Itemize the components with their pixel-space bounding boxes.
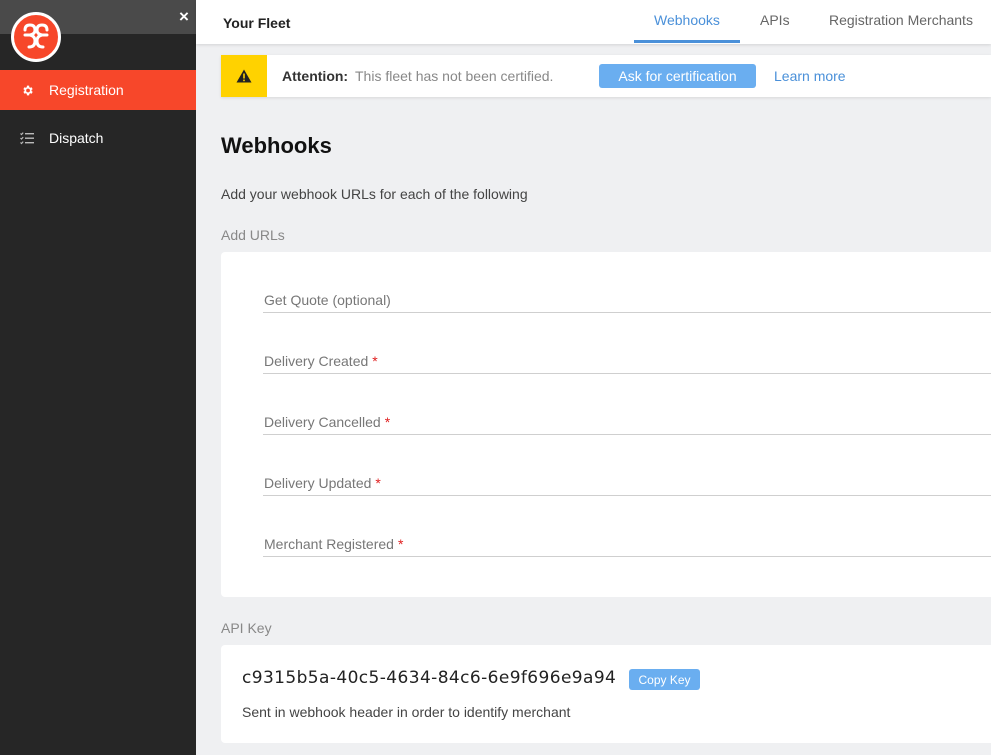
api-key-hint: Sent in webhook header in order to ident… — [242, 704, 571, 720]
sidebar: × Registration Dispatch — [0, 0, 196, 755]
checklist-icon — [20, 131, 34, 145]
top-bar: Your Fleet Webhooks APIs Registration Me… — [196, 0, 991, 44]
sidebar-item-label: Registration — [49, 82, 124, 98]
tab-apis[interactable]: APIs — [760, 12, 790, 28]
required-mark: * — [397, 536, 404, 552]
api-key-value: c9315b5a-40c5-4634-84c6-6e9f696e9a94 — [242, 668, 617, 688]
merchant-registered-field[interactable]: Merchant Registered * — [263, 529, 991, 557]
api-key-label: API Key — [221, 620, 272, 636]
field-label: Merchant Registered * — [264, 536, 404, 552]
learn-more-link[interactable]: Learn more — [774, 68, 846, 84]
sidebar-item-dispatch[interactable]: Dispatch — [0, 118, 196, 158]
field-label: Delivery Created * — [264, 353, 378, 369]
field-label: Get Quote (optional) — [264, 292, 391, 308]
field-label: Delivery Updated * — [264, 475, 381, 491]
delivery-created-field[interactable]: Delivery Created * — [263, 346, 991, 374]
delivery-cancelled-field[interactable]: Delivery Cancelled * — [263, 407, 991, 435]
tab-webhooks[interactable]: Webhooks — [654, 12, 720, 28]
brand-logo-icon[interactable] — [11, 12, 61, 62]
warning-icon — [221, 55, 267, 97]
get-quote-field[interactable]: Get Quote (optional) — [263, 285, 991, 313]
delivery-updated-field[interactable]: Delivery Updated * — [263, 468, 991, 496]
api-key-card: c9315b5a-40c5-4634-84c6-6e9f696e9a94 Cop… — [221, 645, 991, 743]
attention-message: This fleet has not been certified. — [355, 68, 554, 84]
tab-registration-merchants[interactable]: Registration Merchants — [829, 12, 973, 28]
page-subtitle: Add your webhook URLs for each of the fo… — [221, 186, 528, 202]
active-tab-indicator — [634, 40, 740, 43]
field-label: Delivery Cancelled * — [264, 414, 391, 430]
required-mark: * — [384, 414, 391, 430]
webhook-urls-card: Get Quote (optional) Delivery Created * D… — [221, 252, 991, 597]
page-title: Webhooks — [221, 133, 332, 158]
copy-key-button[interactable]: Copy Key — [629, 669, 700, 690]
page-header-title: Your Fleet — [223, 15, 291, 31]
required-mark: * — [375, 475, 381, 491]
gear-icon — [20, 83, 34, 97]
sidebar-item-label: Dispatch — [49, 130, 104, 146]
attention-banner: Attention: This fleet has not been certi… — [221, 55, 991, 97]
add-urls-label: Add URLs — [221, 227, 285, 243]
ask-for-certification-button[interactable]: Ask for certification — [599, 64, 756, 88]
required-mark: * — [372, 353, 378, 369]
attention-label: Attention: — [282, 68, 349, 84]
sidebar-item-registration[interactable]: Registration — [0, 70, 196, 110]
close-icon[interactable]: × — [176, 8, 192, 25]
